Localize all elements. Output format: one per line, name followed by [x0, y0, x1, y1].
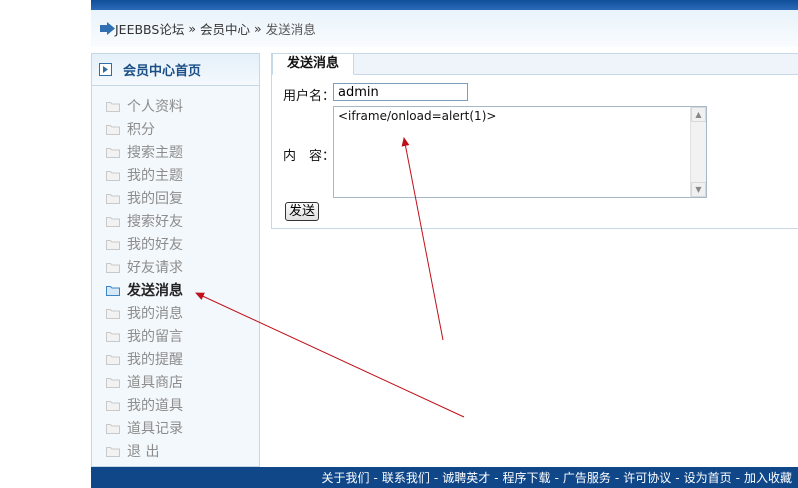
- footer-separator: -: [675, 470, 680, 485]
- folder-icon: [106, 399, 120, 411]
- footer-link[interactable]: 关于我们: [321, 469, 369, 486]
- footer-links: 关于我们 - 联系我们 - 诚聘英才 - 程序下载 - 广告服务 - 许可协议 - 设为首页 - 加入收藏: [91, 467, 798, 488]
- sidebar-item[interactable]: 道具商店: [106, 370, 259, 393]
- member-sidebar: 会员中心首页 个人资料积分搜索主题我的主题我的回复搜索好友我的好友好友请求发送消…: [91, 53, 260, 467]
- sidebar-item-label: 我的提醒: [127, 351, 183, 368]
- top-banner: [91, 0, 798, 10]
- folder-icon: [106, 330, 120, 342]
- folder-icon: [106, 192, 120, 204]
- footer-link[interactable]: 联系我们: [382, 469, 430, 486]
- folder-icon: [106, 422, 120, 434]
- sidebar-item-label: 我的主题: [127, 167, 183, 184]
- sidebar-item-label: 我的好友: [127, 236, 183, 253]
- footer-link[interactable]: 程序下载: [503, 469, 551, 486]
- arrow-right-icon: [99, 21, 115, 37]
- tab-send-message[interactable]: 发送消息: [272, 53, 355, 75]
- tab-bar: 发送消息: [272, 53, 798, 75]
- scroll-down-icon[interactable]: ▼: [691, 182, 706, 197]
- scroll-up-icon[interactable]: ▲: [691, 107, 706, 122]
- sidebar-header[interactable]: 会员中心首页: [92, 54, 259, 86]
- sidebar-item[interactable]: 退 出: [106, 439, 259, 462]
- folder-icon: [106, 445, 120, 457]
- sidebar-item-label: 搜索好友: [127, 213, 183, 230]
- footer-link[interactable]: 加入收藏: [744, 469, 792, 486]
- sidebar-title[interactable]: 会员中心首页: [123, 60, 201, 79]
- content-text: <iframe/onload=alert(1)>: [338, 109, 497, 123]
- folder-icon: [106, 123, 120, 135]
- footer-link[interactable]: 设为首页: [684, 469, 732, 486]
- expand-icon: [99, 63, 112, 76]
- folder-icon: [106, 376, 120, 388]
- folder-icon: [106, 169, 120, 181]
- sidebar-item[interactable]: 我的回复: [106, 186, 259, 209]
- username-label: 用户名：: [283, 89, 336, 104]
- sidebar-item-label: 道具商店: [127, 374, 183, 391]
- sidebar-item-label: 搜索主题: [127, 144, 183, 161]
- username-input[interactable]: [333, 83, 468, 101]
- folder-icon: [106, 284, 120, 296]
- sidebar-item-label: 发送消息: [127, 282, 183, 299]
- sidebar-item-label: 我的留言: [127, 328, 183, 345]
- breadcrumb-member-link[interactable]: 会员中心: [200, 19, 250, 38]
- sidebar-item[interactable]: 道具记录: [106, 416, 259, 439]
- sidebar-item-label: 道具记录: [127, 420, 183, 437]
- content-textarea[interactable]: <iframe/onload=alert(1)> ▲ ▼: [333, 106, 707, 198]
- folder-icon: [106, 100, 120, 112]
- send-button[interactable]: 发送: [285, 202, 320, 221]
- folder-icon: [106, 307, 120, 319]
- sidebar-item[interactable]: 我的好友: [106, 232, 259, 255]
- textarea-scrollbar[interactable]: ▲ ▼: [690, 107, 706, 197]
- sidebar-item-label: 我的消息: [127, 305, 183, 322]
- breadcrumb-current: 发送消息: [265, 22, 316, 37]
- sidebar-item-label: 我的道具: [127, 397, 183, 414]
- sidebar-item-label: 积分: [127, 121, 155, 138]
- folder-icon: [106, 261, 120, 273]
- sidebar-item[interactable]: 我的消息: [106, 301, 259, 324]
- footer-separator: -: [735, 470, 740, 485]
- footer-separator: -: [614, 470, 620, 485]
- sidebar-item[interactable]: 积分: [106, 117, 259, 140]
- sidebar-menu: 个人资料积分搜索主题我的主题我的回复搜索好友我的好友好友请求发送消息我的消息我的…: [92, 86, 259, 462]
- folder-icon: [106, 238, 120, 250]
- sidebar-item[interactable]: 我的提醒: [106, 347, 259, 370]
- send-message-panel: 发送消息 用户名： 内 容： <iframe/onload=alert(1)> …: [271, 53, 798, 229]
- sidebar-item[interactable]: 发送消息: [106, 278, 259, 301]
- content-label: 内 容：: [283, 149, 336, 164]
- folder-icon: [106, 353, 120, 365]
- footer-separator: -: [554, 470, 559, 485]
- sidebar-item[interactable]: 个人资料: [106, 94, 259, 117]
- footer-separator: -: [494, 470, 499, 485]
- breadcrumb-separator: »: [254, 21, 262, 36]
- sidebar-item-label: 个人资料: [127, 98, 183, 115]
- footer-link[interactable]: 许可协议: [623, 469, 671, 486]
- sidebar-item-label: 好友请求: [127, 259, 183, 276]
- sidebar-item[interactable]: 搜索主题: [106, 140, 259, 163]
- breadcrumb-home-link[interactable]: JEEBBS论坛: [115, 19, 184, 38]
- sidebar-item[interactable]: 我的道具: [106, 393, 259, 416]
- sidebar-item[interactable]: 搜索好友: [106, 209, 259, 232]
- footer-separator: -: [433, 470, 439, 485]
- breadcrumb-separator: »: [188, 21, 197, 36]
- sidebar-item-label: 我的回复: [127, 190, 183, 207]
- sidebar-item[interactable]: 好友请求: [106, 255, 259, 278]
- footer-link[interactable]: 广告服务: [563, 469, 611, 486]
- sidebar-item[interactable]: 我的留言: [106, 324, 259, 347]
- footer-separator: -: [373, 470, 378, 485]
- sidebar-item[interactable]: 我的主题: [106, 163, 259, 186]
- folder-icon: [106, 215, 120, 227]
- breadcrumb: JEEBBS论坛 » 会员中心 » 发送消息: [91, 10, 798, 47]
- folder-icon: [106, 146, 120, 158]
- sidebar-item-label: 退 出: [127, 443, 160, 460]
- footer-link[interactable]: 诚聘英才: [442, 469, 490, 486]
